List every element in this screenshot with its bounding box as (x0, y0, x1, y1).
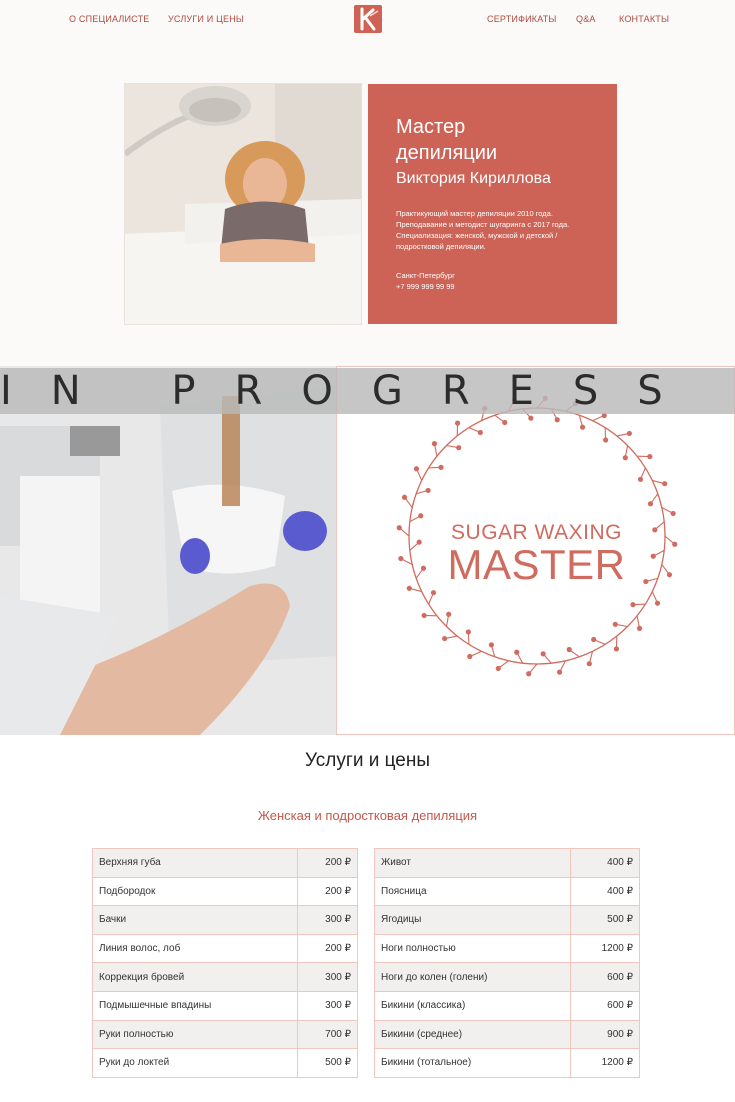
price-row: Ноги полностью 1200 ₽ (374, 934, 640, 964)
price-row: Руки полностью 700 ₽ (92, 1020, 358, 1050)
price-row: Ягодицы 500 ₽ (374, 905, 640, 935)
price-row: Бачки 300 ₽ (92, 905, 358, 935)
price-row: Живот 400 ₽ (374, 848, 640, 878)
price-row: Бикини (среднее) 900 ₽ (374, 1020, 640, 1050)
service-price: 200 ₽ (297, 934, 358, 964)
in-progress-text: IN PROGRESS (0, 368, 702, 414)
service-name: Бачки (92, 905, 298, 935)
service-name: Верхняя губа (92, 848, 298, 878)
waxing-photo (0, 366, 336, 735)
logo-k-icon[interactable] (354, 5, 382, 33)
service-price: 200 ₽ (297, 848, 358, 878)
price-row: Линия волос, лоб 200 ₽ (92, 934, 358, 964)
service-price: 400 ₽ (570, 877, 640, 907)
price-row: Подбородок 200 ₽ (92, 877, 358, 907)
price-row: Подмышечные впадины 300 ₽ (92, 991, 358, 1021)
service-name: Ноги полностью (374, 934, 571, 964)
services-subtitle: Женская и подростковая депиляция (257, 808, 478, 823)
price-row: Бикини (тотальное) 1200 ₽ (374, 1048, 640, 1078)
service-price: 600 ₽ (570, 962, 640, 992)
nav-link-contacts[interactable]: КОНТАКТЫ (619, 14, 669, 24)
service-price: 600 ₽ (570, 991, 640, 1021)
price-table-right: Живот 400 ₽ Поясница 400 ₽ Ягодицы 500 ₽ Ноги … (374, 848, 640, 1078)
service-name: Поясница (374, 877, 571, 907)
service-name: Живот (374, 848, 571, 878)
service-price: 1200 ₽ (570, 1048, 640, 1078)
services-title: Услуги и цены (305, 750, 430, 771)
service-name: Бикини (тотальное) (374, 1048, 571, 1078)
price-row: Руки до локтей 500 ₽ (92, 1048, 358, 1078)
price-row: Верхняя губа 200 ₽ (92, 848, 358, 878)
hero-title-line2: депиляции (396, 142, 498, 164)
price-row: Поясница 400 ₽ (374, 877, 640, 907)
service-price: 900 ₽ (570, 1020, 640, 1050)
price-row: Коррекция бровей 300 ₽ (92, 962, 358, 992)
service-price: 500 ₽ (570, 905, 640, 935)
sugar-waxing-logo: SUGAR WAXING MASTER (336, 366, 735, 735)
service-price: 1200 ₽ (570, 934, 640, 964)
price-table-left: Верхняя губа 200 ₽ Подбородок 200 ₽ Бачки 300… (92, 848, 358, 1078)
service-price: 300 ₽ (297, 991, 358, 1021)
service-name: Ноги до колен (голени) (374, 962, 571, 992)
service-name: Бикини (среднее) (374, 1020, 571, 1050)
price-row: Ноги до колен (голени) 600 ₽ (374, 962, 640, 992)
service-name: Коррекция бровей (92, 962, 298, 992)
hero-title-line1: Мастер (396, 116, 466, 138)
service-price: 300 ₽ (297, 905, 358, 935)
service-name: Руки полностью (92, 1020, 298, 1050)
specialist-phone[interactable]: +7 999 999 99 99 (396, 281, 455, 292)
specialist-name: Виктория Кириллова (396, 170, 551, 187)
nav-link-about[interactable]: О СПЕЦИАЛИСТЕ (69, 14, 149, 24)
nav-link-qa[interactable]: Q&A (576, 14, 596, 24)
service-price: 300 ₽ (297, 962, 358, 992)
service-name: Подбородок (92, 877, 298, 907)
hero-section: Мастер депиляции Виктория Кириллова Прак… (0, 40, 735, 366)
nav-link-services[interactable]: УСЛУГИ И ЦЕНЫ (168, 14, 244, 24)
service-price: 200 ₽ (297, 877, 358, 907)
service-price: 400 ₽ (570, 848, 640, 878)
service-name: Линия волос, лоб (92, 934, 298, 964)
hero-title: Мастер депиляции (396, 114, 497, 166)
service-price: 700 ₽ (297, 1020, 358, 1050)
master-label: MASTER (447, 541, 626, 588)
nav-link-certificates[interactable]: СЕРТИФИКАТЫ (487, 14, 557, 24)
service-name: Руки до локтей (92, 1048, 298, 1078)
service-name: Ягодицы (374, 905, 571, 935)
specialist-card: Мастер депиляции Виктория Кириллова Прак… (368, 84, 617, 324)
specialist-city: Санкт-Петербург (396, 271, 455, 280)
specialist-description: Практикующий мастер депиляции 2010 года.… (396, 209, 570, 251)
service-price: 500 ₽ (297, 1048, 358, 1078)
top-navigation: О СПЕЦИАЛИСТЕ УСЛУГИ И ЦЕНЫ СЕРТИФИКАТЫ … (0, 0, 735, 40)
price-row: Бикини (классика) 600 ₽ (374, 991, 640, 1021)
service-name: Бикини (классика) (374, 991, 571, 1021)
service-name: Подмышечные впадины (92, 991, 298, 1021)
specialist-photo (125, 84, 361, 324)
promo-banner: SUGAR WAXING MASTER IN PROGRESS (0, 366, 735, 735)
